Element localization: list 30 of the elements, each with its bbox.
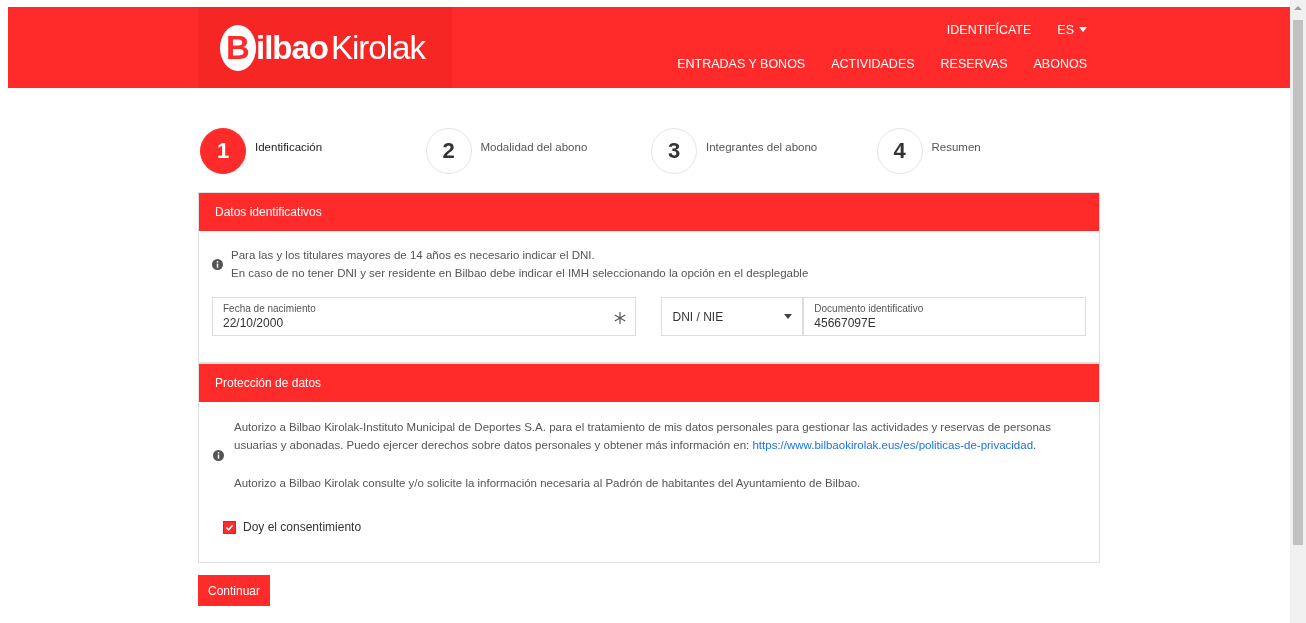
caret-icon — [784, 314, 793, 319]
nav-link[interactable]: RESERVAS — [940, 57, 1008, 71]
consent-checkbox[interactable] — [223, 520, 236, 534]
login-link[interactable]: IDENTIFÍCATE — [946, 22, 1032, 37]
info-icon — [212, 258, 223, 270]
document-type-select[interactable]: DNI / NIE — [661, 297, 804, 336]
info-icon — [213, 449, 224, 461]
section-header: Datos identificativos — [199, 193, 1099, 231]
step-label: Resumen — [931, 141, 981, 153]
nav-link[interactable]: ACTIVIDADES — [831, 57, 915, 71]
section-header: Protección de datos — [199, 364, 1099, 402]
checkbox-label: Doy el consentimiento — [243, 520, 362, 534]
document-field[interactable]: Documento identificativo 45667097E — [803, 297, 1086, 336]
scrollbar[interactable] — [1290, 0, 1306, 623]
step-label: Integrantes del abono — [706, 141, 818, 153]
info-text: En caso de no tener DNI y ser residente en Bilbao debe indicar el IMH seleccionando la opción en el desplegable — [231, 266, 809, 281]
logo[interactable]: B ilbaoKirolak — [198, 7, 452, 88]
asterisk-icon — [614, 312, 627, 324]
privacy-text: Autorizo a Bilbao Kirolak-Instituto Municipal de Deportes S.A. para el tratamiento de mis datos personales para gestionar las actividades y reservas de personas usuarias y abonadas. Puedo ejercer derechos sobre datos personales y obtener más información en: https://www.bilbaokirolak.eus/es/politicas-de-privacidad. — [234, 420, 1052, 453]
nav-link[interactable]: ENTRADAS Y BONOS — [677, 57, 806, 71]
language-dropdown[interactable]: ES — [1057, 22, 1087, 37]
caret-icon — [1079, 27, 1087, 32]
step-label: Modalidad del abono — [480, 141, 588, 153]
nav-link[interactable]: ABONOS — [1033, 57, 1087, 71]
info-text: Para las y los titulares mayores de 14 años es necesario indicar el DNI. — [231, 248, 596, 263]
continue-button[interactable]: Continuar — [198, 575, 271, 606]
step-number[interactable]: 1 — [200, 128, 246, 174]
date-field[interactable]: Fecha de nacimiento 22/10/2000 — [212, 297, 637, 336]
step-label: Identificación — [255, 141, 323, 153]
consent-text: Autorizo a Bilbao Kirolak consulte y/o solicite la información necesaria al Padrón de habitantes del Ayuntamiento de Bilbao. — [234, 476, 862, 491]
